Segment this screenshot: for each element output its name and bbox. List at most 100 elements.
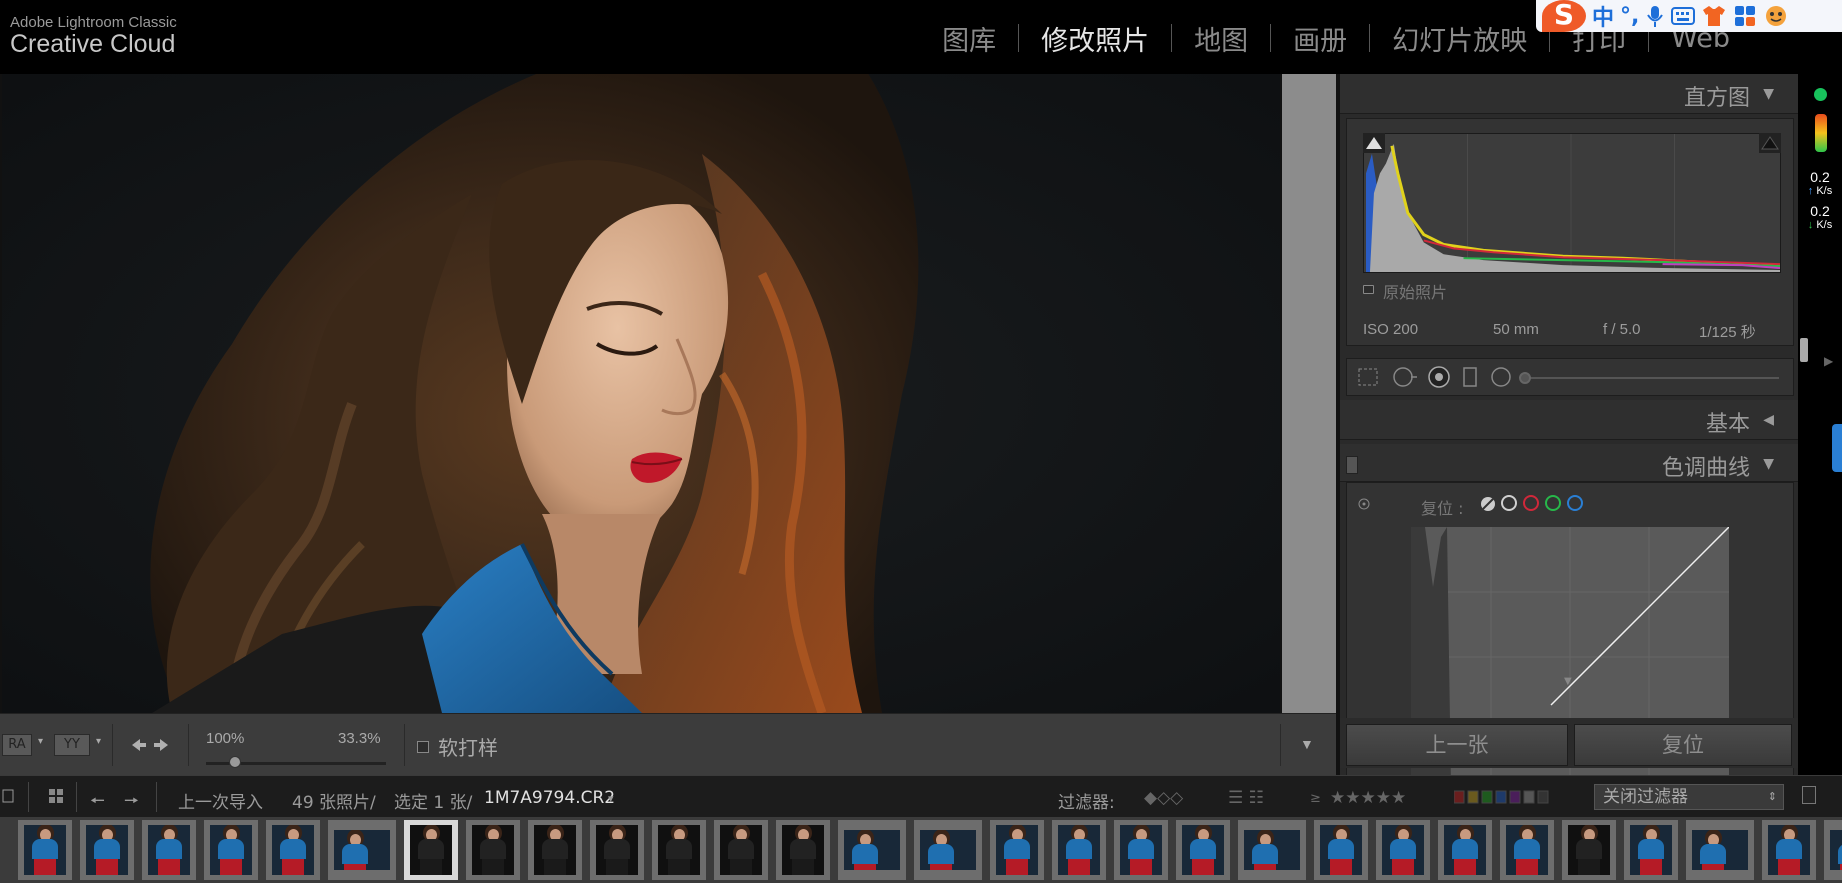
grid-view-icon[interactable] (48, 788, 64, 804)
ime-punctuation-toggle[interactable]: °, (1620, 4, 1639, 29)
collapse-triangle-icon[interactable]: ▼ (1763, 456, 1774, 472)
zoom-slider-thumb[interactable] (228, 756, 241, 768)
forward-arrow-icon[interactable]: 🠖 (124, 788, 139, 817)
thumbnail[interactable] (838, 820, 906, 880)
before-after-button[interactable]: YY (54, 734, 90, 756)
thumbnail[interactable] (142, 820, 196, 880)
module-book[interactable]: 画册 (1271, 19, 1369, 58)
adjustment-brush-slider[interactable] (1521, 377, 1779, 379)
histogram-graph[interactable] (1363, 133, 1781, 273)
radial-filter-icon[interactable] (1489, 365, 1513, 389)
source-label[interactable]: 上一次导入 (178, 788, 263, 813)
thumbnail-selected[interactable] (404, 820, 458, 880)
toolbar-options-chevron-icon[interactable]: ▼ (1300, 736, 1314, 752)
crop-overlay-icon[interactable] (1357, 367, 1379, 387)
edit-filter-icons[interactable]: ☰ ☷ (1228, 788, 1264, 808)
thumbnail[interactable] (204, 820, 258, 880)
original-photo-checkbox[interactable] (1363, 285, 1374, 294)
reset-button[interactable]: 复位 (1574, 724, 1792, 766)
keyboard-icon[interactable] (1671, 5, 1696, 27)
swap-arrows-icon[interactable] (130, 737, 170, 753)
view-mode-button[interactable]: RA (2, 734, 32, 756)
previous-button[interactable]: 上一张 (1346, 724, 1568, 766)
download-speed: 0.2 ↓ K/s (1807, 203, 1833, 231)
green-channel-icon[interactable] (1545, 495, 1561, 511)
thumbnail[interactable] (590, 820, 644, 880)
curve-reset-label[interactable]: 复位 : (1421, 495, 1463, 519)
thumbnail[interactable] (652, 820, 706, 880)
toolbox-grid-icon[interactable] (1733, 4, 1757, 28)
thumbnail[interactable] (1176, 820, 1230, 880)
thumbnail[interactable] (714, 820, 768, 880)
secondary-window-icon[interactable] (2, 788, 16, 804)
highlight-clipping-icon[interactable] (1759, 133, 1781, 153)
shadow-clipping-icon[interactable] (1363, 133, 1385, 153)
thumbnail[interactable] (466, 820, 520, 880)
star-rating-filter[interactable]: ★★★★★ (1330, 788, 1406, 808)
target-adjust-icon[interactable] (1357, 497, 1371, 511)
thumbnail[interactable] (1238, 820, 1306, 880)
ime-language-toggle[interactable]: 中 (1592, 0, 1614, 32)
thumbnail[interactable] (1500, 820, 1554, 880)
mascot-icon[interactable] (1763, 4, 1789, 28)
adjustment-brush-thumb[interactable] (1519, 372, 1531, 384)
panel-expand-arrow-icon[interactable]: ▶ (1824, 354, 1833, 368)
back-arrow-icon[interactable]: 🠔 (90, 788, 105, 817)
thumbnail[interactable] (266, 820, 320, 880)
expand-triangle-icon[interactable]: ◀ (1763, 412, 1774, 428)
thumbnail[interactable] (776, 820, 830, 880)
skin-shirt-icon[interactable] (1701, 4, 1727, 28)
thumbnail[interactable] (80, 820, 134, 880)
module-develop[interactable]: 修改照片 (1019, 19, 1171, 58)
collapse-triangle-icon[interactable]: ▼ (1763, 86, 1774, 102)
scrollbar-thumb[interactable] (1800, 338, 1808, 362)
point-curve-icon[interactable] (1479, 495, 1497, 513)
module-library[interactable]: 图库 (920, 19, 1018, 58)
toolbar-separator (112, 724, 113, 766)
panel-switch-toggle[interactable] (1346, 456, 1358, 474)
red-eye-icon[interactable] (1427, 365, 1451, 389)
color-label-filter-icon[interactable] (1454, 790, 1566, 804)
thumbnail[interactable] (914, 820, 982, 880)
view-mode-dropdown-icon[interactable]: ▾ (38, 736, 43, 747)
thumbnail[interactable] (1762, 820, 1816, 880)
panel-resize-handle-icon[interactable]: ▼ (1564, 676, 1572, 687)
thumbnail[interactable] (1376, 820, 1430, 880)
basic-header[interactable]: 基本 ◀ (1340, 400, 1798, 440)
thumbnail[interactable] (1438, 820, 1492, 880)
flag-filter-icons[interactable]: ◆◇◇ (1144, 788, 1183, 808)
red-channel-icon[interactable] (1523, 495, 1539, 511)
thumbnail[interactable] (1114, 820, 1168, 880)
microphone-icon[interactable] (1645, 4, 1665, 28)
photo-canvas[interactable] (0, 74, 1282, 713)
soft-proof-checkbox[interactable] (417, 741, 429, 753)
thumbnail[interactable] (1052, 820, 1106, 880)
rgb-channel-icon[interactable] (1501, 495, 1517, 511)
filter-preset-select[interactable]: 关闭过滤器 ⇕ (1594, 784, 1784, 810)
spot-removal-icon[interactable] (1391, 365, 1419, 389)
histogram-header[interactable]: 直方图 ▼ (1340, 74, 1798, 114)
side-tab-handle[interactable] (1832, 424, 1842, 472)
graduated-filter-icon[interactable] (1459, 365, 1481, 389)
zoom-slider-track[interactable] (206, 756, 386, 768)
rating-operator[interactable]: ≥ (1310, 791, 1321, 806)
thumbnail[interactable] (990, 820, 1044, 880)
filmstrip-lock-icon[interactable] (1802, 786, 1816, 804)
current-filename[interactable]: 1M7A9794.CR2 (484, 788, 615, 808)
sogou-logo-icon[interactable]: S (1542, 0, 1586, 32)
module-slideshow[interactable]: 幻灯片放映 (1370, 19, 1549, 58)
filename-dropdown-icon[interactable]: ▾ (608, 792, 614, 805)
tone-curve-header[interactable]: 色调曲线 ▼ (1340, 444, 1798, 482)
module-map[interactable]: 地图 (1172, 19, 1270, 58)
thumbnail[interactable] (1686, 820, 1754, 880)
thumbnail[interactable] (18, 820, 72, 880)
blue-channel-icon[interactable] (1567, 495, 1583, 511)
thumbnail[interactable] (1624, 820, 1678, 880)
thumbnail[interactable] (328, 820, 396, 880)
before-after-dropdown-icon[interactable]: ▾ (96, 736, 101, 747)
thumbnail[interactable] (1824, 820, 1842, 880)
thumbnail[interactable] (1314, 820, 1368, 880)
filmstrip (0, 817, 1842, 883)
thumbnail[interactable] (1562, 820, 1616, 880)
thumbnail[interactable] (528, 820, 582, 880)
